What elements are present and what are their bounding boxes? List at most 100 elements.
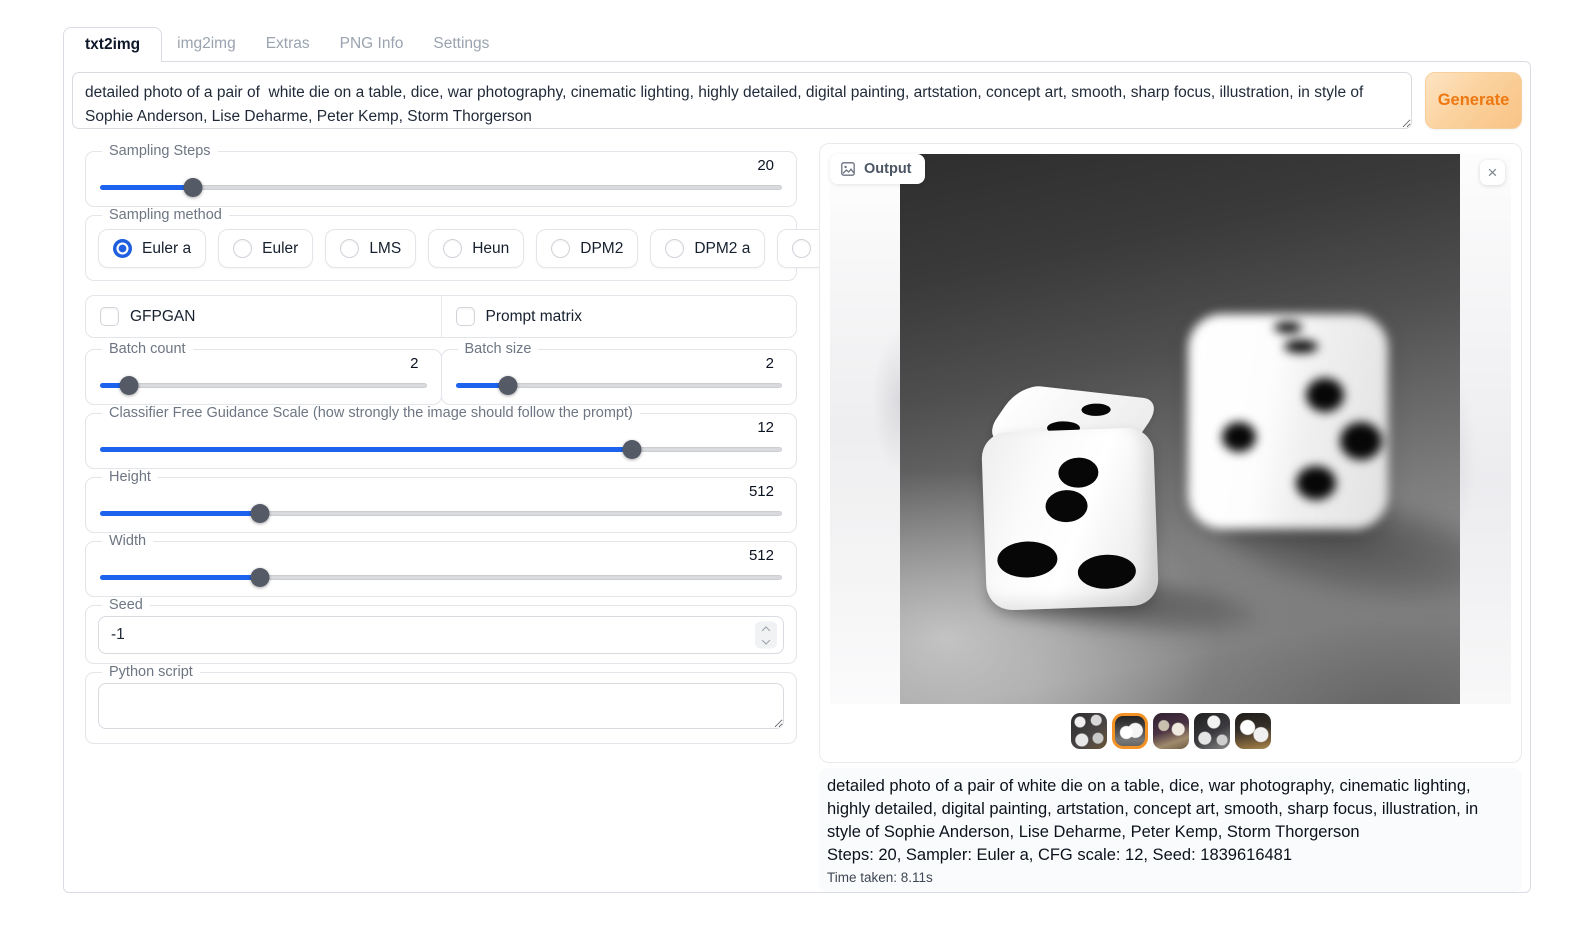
width-group: Width 512 <box>85 533 797 597</box>
generate-button[interactable]: Generate <box>1425 72 1522 129</box>
slider-fill <box>100 575 260 580</box>
slider-thumb[interactable] <box>120 376 139 395</box>
sampler-option-dpm2[interactable]: DPM2 <box>536 229 638 268</box>
gallery-thumbnail-5[interactable] <box>1235 713 1271 749</box>
slider-fill <box>100 185 193 190</box>
slider-fill <box>100 447 632 452</box>
main-panel: detailed photo of a pair of white die on… <box>63 61 1531 893</box>
batch-size-group: Batch size 2 <box>441 341 798 405</box>
sampler-option-heun[interactable]: Heun <box>428 229 524 268</box>
batch-count-group: Batch count 2 <box>85 341 442 405</box>
batch-count-label: Batch count <box>102 341 193 357</box>
sampler-option-dpm2-a[interactable]: DPM2 a <box>650 229 765 268</box>
pip <box>1058 457 1099 488</box>
pip <box>1222 422 1256 452</box>
toggles-row: GFPGAN Prompt matrix <box>85 295 797 338</box>
width-label: Width <box>102 533 153 549</box>
pip <box>1274 322 1302 333</box>
settings-column: Sampling Steps 20 Sampling method Euler … <box>85 143 797 892</box>
sampling-method-group: Sampling method Euler aEulerLMSHeunDPM2D… <box>85 207 797 281</box>
batch-size-value: 2 <box>454 355 775 372</box>
slider-thumb[interactable] <box>251 568 270 587</box>
checkbox-icon <box>456 307 475 326</box>
caption-panel: detailed photo of a pair of white die on… <box>819 768 1522 892</box>
sampler-options: Euler aEulerLMSHeunDPM2DPM2 aDDIMPLMS <box>98 223 784 271</box>
slider-track <box>100 383 427 388</box>
generated-image[interactable] <box>900 154 1460 704</box>
height-slider[interactable] <box>100 503 782 523</box>
sampling-steps-value: 20 <box>98 157 774 174</box>
slider-thumb[interactable] <box>622 440 641 459</box>
app-root: txt2img img2img Extras PNG Info Settings… <box>63 27 1531 893</box>
pip <box>1077 554 1136 590</box>
gallery-thumbnail-3[interactable] <box>1153 713 1189 749</box>
prompt-row: detailed photo of a pair of white die on… <box>72 72 1522 129</box>
radio-icon <box>443 239 462 258</box>
tab-bar: txt2img img2img Extras PNG Info Settings <box>63 27 1531 61</box>
image-icon <box>840 161 856 177</box>
radio-icon <box>792 239 811 258</box>
seed-input[interactable] <box>98 616 784 654</box>
batch-count-value: 2 <box>98 355 419 372</box>
pip <box>997 540 1058 578</box>
sampler-option-label: DPM2 a <box>694 240 750 258</box>
batch-size-slider[interactable] <box>456 375 783 395</box>
python-script-label: Python script <box>102 664 200 680</box>
cfg-scale-value: 12 <box>98 419 774 436</box>
slider-thumb[interactable] <box>251 504 270 523</box>
sampler-option-euler-a[interactable]: Euler a <box>98 229 206 268</box>
sampling-steps-slider[interactable] <box>100 177 782 197</box>
tab-settings[interactable]: Settings <box>418 27 504 61</box>
height-value: 512 <box>98 483 774 500</box>
gallery-thumbnail-4[interactable] <box>1194 713 1230 749</box>
pip <box>1045 489 1088 522</box>
sampler-option-label: Euler <box>262 240 298 258</box>
python-script-input[interactable] <box>98 683 784 729</box>
python-script-group: Python script <box>85 664 797 744</box>
sampling-steps-label: Sampling Steps <box>102 143 218 159</box>
close-button[interactable]: × <box>1480 160 1505 185</box>
slider-thumb[interactable] <box>498 376 517 395</box>
checkbox-icon <box>100 307 119 326</box>
radio-icon <box>233 239 252 258</box>
cfg-scale-slider[interactable] <box>100 439 782 459</box>
gallery-thumbnail-1[interactable] <box>1071 713 1107 749</box>
sampler-option-label: Heun <box>472 240 509 258</box>
prompt-matrix-label: Prompt matrix <box>486 308 582 326</box>
tab-txt2img[interactable]: txt2img <box>63 27 162 61</box>
pip <box>1296 466 1336 500</box>
tab-img2img[interactable]: img2img <box>162 27 251 61</box>
pip <box>1078 402 1114 417</box>
batch-row: Batch count 2 Batch size 2 <box>85 341 797 405</box>
gallery-thumbnail-2[interactable] <box>1112 713 1148 749</box>
sampler-option-lms[interactable]: LMS <box>325 229 416 268</box>
width-slider[interactable] <box>100 567 782 587</box>
tab-png-info[interactable]: PNG Info <box>325 27 419 61</box>
gallery-stage: Output × <box>830 154 1511 704</box>
radio-icon <box>340 239 359 258</box>
sampler-option-euler[interactable]: Euler <box>218 229 313 268</box>
die-front-face <box>981 427 1159 611</box>
height-label: Height <box>102 469 158 485</box>
radio-icon <box>665 239 684 258</box>
die-back <box>1188 314 1388 529</box>
thumbnail-strip <box>830 710 1511 752</box>
seed-stepper[interactable] <box>755 622 777 649</box>
batch-size-label: Batch size <box>458 341 539 357</box>
die-body <box>1188 314 1388 529</box>
pip <box>1306 378 1344 412</box>
chevron-up-icon <box>762 626 770 634</box>
gfpgan-checkbox[interactable]: GFPGAN <box>86 296 441 337</box>
prompt-matrix-checkbox[interactable]: Prompt matrix <box>441 296 797 337</box>
caption-parameters: Steps: 20, Sampler: Euler a, CFG scale: … <box>827 844 1510 867</box>
cfg-scale-group: Classifier Free Guidance Scale (how stro… <box>85 405 797 469</box>
output-label-text: Output <box>864 161 912 177</box>
caption-time-taken: Time taken: 8.11s <box>827 870 1510 885</box>
tab-extras[interactable]: Extras <box>251 27 325 61</box>
batch-count-slider[interactable] <box>100 375 427 395</box>
width-value: 512 <box>98 547 774 564</box>
slider-thumb[interactable] <box>184 178 203 197</box>
cfg-scale-label: Classifier Free Guidance Scale (how stro… <box>102 405 640 421</box>
prompt-input[interactable]: detailed photo of a pair of white die on… <box>72 72 1412 129</box>
carousel-edge-left <box>830 154 900 704</box>
